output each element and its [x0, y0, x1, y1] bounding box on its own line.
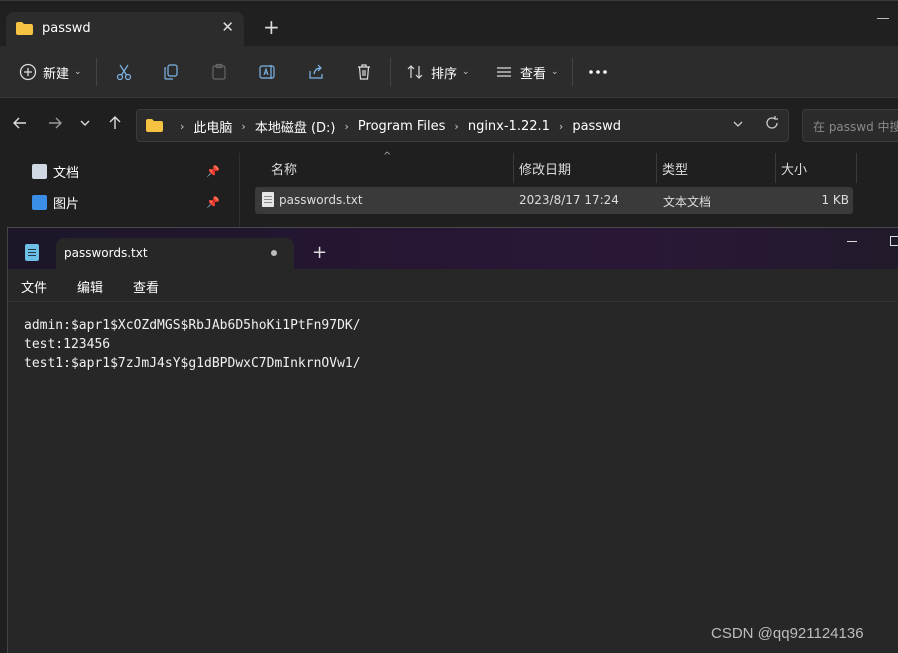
column-header-label: 修改日期 — [519, 162, 572, 178]
chevron-right-icon: › — [180, 120, 185, 133]
text-file-icon — [262, 192, 274, 207]
sort-button[interactable]: 排序 ⌄ — [405, 58, 470, 86]
divider — [390, 58, 391, 86]
chevron-down-icon: ⌄ — [462, 67, 470, 77]
column-header-size[interactable]: 大小 — [775, 153, 857, 183]
pin-icon: 📌 — [206, 196, 220, 209]
notepad-menu-bar: 文件 编辑 查看 — [8, 269, 898, 302]
address-bar[interactable]: › 此电脑 › 本地磁盘 (D:) › Program Files › ngin… — [136, 109, 789, 142]
menu-edit[interactable]: 编辑 — [77, 277, 103, 296]
notepad-text-area[interactable]: admin:$apr1$XcOZdMGS$RbJAb6D5hoKi1PtFn97… — [24, 316, 361, 373]
paste-button[interactable] — [209, 58, 229, 86]
column-header-modified[interactable]: 修改日期 — [513, 153, 657, 183]
menu-view[interactable]: 查看 — [133, 277, 159, 296]
trash-icon — [354, 62, 374, 82]
pin-icon: 📌 — [206, 165, 220, 178]
rename-button[interactable] — [257, 58, 277, 86]
file-name: passwords.txt — [279, 193, 363, 207]
share-button[interactable] — [306, 58, 326, 86]
clipboard-icon — [209, 62, 229, 82]
file-row[interactable]: passwords.txt 2023/8/17 17:24 文本文档 1 KB — [255, 187, 853, 214]
notepad-titlebar: passwords.txt + — [8, 228, 898, 269]
copy-icon — [161, 62, 181, 82]
explorer-tab[interactable]: passwd ✕ — [6, 12, 244, 46]
explorer-titlebar: passwd ✕ + — [0, 4, 898, 46]
more-options-button[interactable] — [588, 58, 608, 86]
new-button[interactable]: 新建 ⌄ — [18, 58, 82, 86]
chevron-right-icon: › — [558, 120, 564, 133]
file-size: 1 KB — [821, 193, 849, 207]
column-header-type[interactable]: 类型 — [656, 153, 776, 183]
sidebar-item-documents[interactable]: 文档 — [32, 160, 79, 182]
chevron-down-icon: ⌄ — [74, 67, 82, 77]
notepad-window: passwords.txt + 文件 编辑 查看 admin:$apr1$XcO… — [7, 227, 898, 653]
back-arrow-icon[interactable] — [12, 115, 28, 135]
menu-file[interactable]: 文件 — [21, 277, 47, 296]
column-header-label: 名称 — [271, 162, 298, 178]
file-list: ^ 名称 修改日期 类型 大小 passwords.txt 2023/8/17 … — [241, 151, 898, 233]
folder-icon — [146, 119, 163, 132]
address-history-chevron-icon[interactable] — [732, 116, 744, 135]
search-placeholder: 在 passwd 中搜 — [813, 120, 898, 134]
new-tab-icon[interactable]: + — [263, 17, 280, 37]
breadcrumb-item[interactable]: 本地磁盘 (D:) — [255, 117, 336, 136]
document-icon — [32, 163, 47, 179]
unsaved-dot-icon[interactable] — [271, 250, 277, 256]
notepad-tab-title: passwords.txt — [64, 246, 148, 260]
up-arrow-icon[interactable] — [107, 115, 123, 135]
new-button-label: 新建 — [43, 66, 70, 82]
notepad-app-icon — [25, 244, 39, 261]
minimize-button[interactable] — [877, 18, 889, 19]
refresh-icon[interactable] — [764, 115, 780, 135]
sidebar-item-pictures[interactable]: 图片 — [32, 191, 79, 213]
sort-button-label: 排序 — [431, 66, 458, 82]
address-bar-row: › 此电脑 › 本地磁盘 (D:) › Program Files › ngin… — [0, 99, 898, 153]
column-header-name[interactable]: 名称 — [265, 153, 514, 183]
column-header-label: 类型 — [662, 162, 689, 178]
chevron-right-icon: › — [344, 120, 349, 133]
sidebar-item-label: 文档 — [53, 165, 80, 181]
breadcrumb-item[interactable]: Program Files — [358, 119, 446, 134]
chevron-right-icon: › — [454, 120, 459, 133]
more-horizontal-icon — [588, 62, 608, 82]
sidebar-item-label: 图片 — [53, 196, 80, 212]
watermark: CSDN @qq921124136 — [711, 625, 864, 642]
close-tab-icon[interactable]: ✕ — [221, 18, 234, 36]
breadcrumb-item[interactable]: passwd — [572, 119, 621, 134]
navigation-pane: 文档 📌 图片 📌 — [0, 153, 240, 233]
breadcrumb-item[interactable]: 此电脑 — [193, 117, 232, 136]
rename-icon — [257, 62, 277, 82]
new-tab-icon[interactable]: + — [312, 242, 327, 263]
folder-icon — [16, 22, 33, 35]
chevron-right-icon: › — [241, 120, 246, 133]
breadcrumb: › 此电脑 › 本地磁盘 (D:) › Program Files › ngin… — [171, 117, 621, 136]
delete-button[interactable] — [354, 58, 374, 86]
file-type: 文本文档 — [663, 195, 712, 209]
recent-locations-chevron-icon[interactable] — [79, 115, 91, 135]
minimize-button[interactable] — [847, 241, 857, 242]
breadcrumb-item[interactable]: nginx-1.22.1 — [468, 119, 550, 134]
view-list-icon — [494, 62, 514, 82]
picture-icon — [32, 194, 47, 210]
share-icon — [306, 62, 326, 82]
divider — [572, 58, 573, 86]
forward-arrow-icon[interactable] — [47, 115, 63, 135]
search-input[interactable]: 在 passwd 中搜 — [802, 109, 898, 142]
sort-icon — [405, 62, 425, 82]
chevron-down-icon: ⌄ — [551, 67, 559, 77]
scissors-icon — [114, 62, 134, 82]
cut-button[interactable] — [114, 58, 134, 86]
view-button[interactable]: 查看 ⌄ — [494, 58, 559, 86]
explorer-tab-title: passwd — [42, 21, 91, 36]
divider — [96, 58, 97, 86]
copy-button[interactable] — [161, 58, 181, 86]
column-header-label: 大小 — [781, 162, 808, 178]
maximize-button[interactable] — [890, 236, 898, 246]
view-button-label: 查看 — [520, 66, 547, 82]
file-modified: 2023/8/17 17:24 — [519, 193, 619, 207]
notepad-tab[interactable]: passwords.txt — [56, 238, 294, 269]
explorer-command-bar: 新建 ⌄ 排序 ⌄ 查看 ⌄ — [0, 46, 898, 98]
plus-circle-icon — [18, 62, 38, 82]
